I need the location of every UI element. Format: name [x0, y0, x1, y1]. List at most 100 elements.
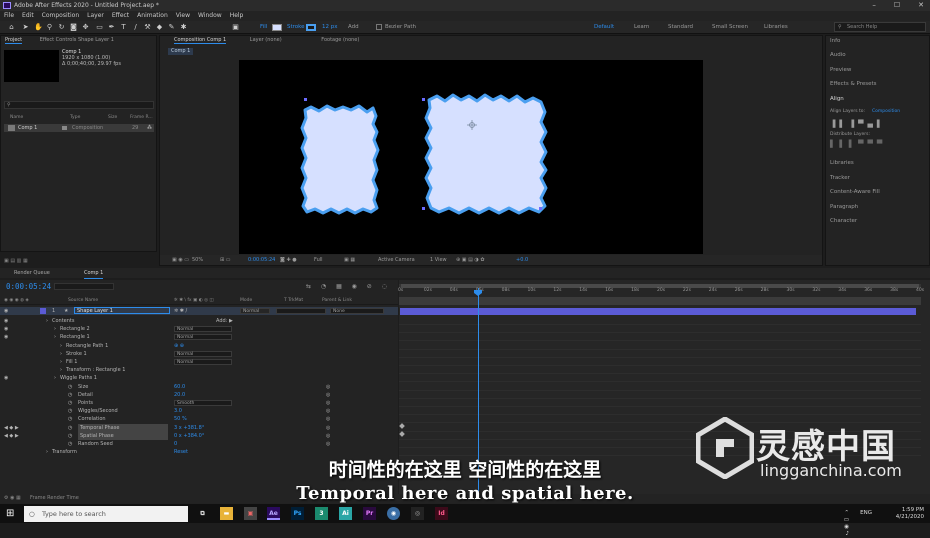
panel-effects-presets[interactable]: Effects & Presets [830, 81, 877, 87]
twirl-arrow-icon[interactable]: › [54, 333, 56, 341]
stopwatch-icon[interactable]: ◷ [68, 440, 72, 448]
property-value[interactable]: 3 x +381.8° [174, 424, 204, 432]
twirl-arrow-icon[interactable]: › [54, 325, 56, 333]
tab-project[interactable]: Project [5, 37, 23, 44]
clone-stamp-tool-icon[interactable]: ⚒ [144, 23, 151, 31]
pick-whip-icon[interactable]: ◎ [326, 383, 330, 391]
app-icon[interactable]: ▣ [244, 507, 257, 520]
stopwatch-icon[interactable]: ◷ [68, 432, 72, 440]
pick-whip-icon[interactable]: ◎ [326, 407, 330, 415]
tab-layer[interactable]: Layer (none) [250, 37, 282, 43]
panel-content-aware-fill[interactable]: Content-Aware Fill [830, 189, 880, 195]
stroke-swatch[interactable] [306, 24, 316, 31]
col-name[interactable]: Name [10, 115, 23, 120]
tab-footage[interactable]: Footage (none) [321, 37, 359, 43]
property-value[interactable]: 60.0 [174, 383, 185, 391]
layer-label-color[interactable] [40, 308, 46, 314]
snapshot-icon[interactable]: ◙ ✚ ● [280, 255, 297, 265]
comp-viewer[interactable] [239, 60, 703, 254]
menu-layer[interactable]: Layer [87, 11, 104, 21]
trkmat-dropdown[interactable] [276, 308, 326, 314]
tab-composition[interactable]: Composition Comp 1 [174, 37, 227, 44]
pick-whip-icon[interactable]: ◎ [326, 391, 330, 399]
col-source-name[interactable]: Source Name [68, 298, 98, 303]
property-row[interactable]: › Fill 1 Normal [0, 358, 398, 366]
twirl-arrow-icon[interactable]: › [46, 317, 48, 325]
stopwatch-icon[interactable]: ◷ [68, 383, 72, 391]
visibility-eye-icon[interactable]: ◉ [4, 317, 8, 325]
property-value[interactable]: 3.0 [174, 407, 182, 415]
col-mode[interactable]: Mode [240, 298, 252, 303]
menu-help[interactable]: Help [230, 11, 244, 21]
panel-audio[interactable]: Audio [830, 52, 846, 58]
zoom-dropdown[interactable]: 50% [192, 255, 203, 265]
home-icon[interactable]: ⌂ [8, 23, 15, 31]
menu-window[interactable]: Window [198, 11, 222, 21]
col-trkmat[interactable]: T TrkMat [284, 298, 303, 303]
resolution-dropdown[interactable]: Full [314, 255, 323, 265]
pick-whip-icon[interactable]: ◎ [326, 440, 330, 448]
layer-switch-icons[interactable]: ✲ ✱ / [174, 307, 187, 315]
pan-behind-tool-icon[interactable]: ✥ [82, 23, 89, 31]
timeline-timecode[interactable]: 0:00:05:24 [6, 282, 51, 291]
snapping-icon[interactable]: ▣ [232, 23, 239, 31]
timeline-search-input[interactable] [54, 283, 114, 290]
property-row[interactable]: › Rectangle Path 1 ⊕ ⊕ [0, 342, 398, 350]
blend-mode-dropdown[interactable]: Normal [174, 334, 232, 341]
property-row[interactable]: ◷ Detail 20.0 ◎ [0, 391, 398, 399]
menu-composition[interactable]: Composition [42, 11, 79, 21]
after-effects-taskbar-icon[interactable]: Ae [267, 507, 280, 520]
tray-time[interactable]: 1:59 PM [896, 507, 924, 514]
align-buttons-icon[interactable]: ▐▌▐▀▄▌ [830, 120, 886, 128]
blend-mode-dropdown[interactable]: Smooth [174, 400, 232, 406]
fill-swatch[interactable] [272, 24, 282, 31]
property-value[interactable]: 20.0 [174, 391, 185, 399]
property-row[interactable]: ◷ Wiggles/Second 3.0 ◎ [0, 407, 398, 415]
premiere-taskbar-icon[interactable]: Pr [363, 507, 376, 520]
keyframe-navigator-icon[interactable]: ◀ ◆ ▶ [4, 424, 19, 432]
panel-preview[interactable]: Preview [830, 67, 851, 73]
view-options-icon[interactable]: ⊕ ▣ ▤ ◑ ✿ [456, 255, 485, 265]
property-row[interactable]: › Transform : Rectangle 1 [0, 366, 398, 374]
tab-comp-1[interactable]: Comp 1 [84, 268, 104, 279]
property-row[interactable]: ◉ › Rectangle 2 Normal [0, 325, 398, 333]
pick-whip-icon[interactable]: ◎ [326, 432, 330, 440]
type-tool-icon[interactable]: T [120, 23, 127, 31]
exposure-value[interactable]: +0.0 [516, 255, 528, 265]
puppet-tool-icon[interactable]: ✱ [180, 23, 187, 31]
workspace-small-screen[interactable]: Small Screen [712, 24, 748, 30]
magnification-icon[interactable]: ▣ ◉ ▭ [172, 255, 189, 265]
stopwatch-icon[interactable]: ◷ [68, 399, 72, 407]
maximize-icon[interactable]: ☐ [894, 0, 900, 11]
property-row[interactable]: ◷ ◀ ◆ ▶ Temporal Phase 3 x +381.8° ◎ [0, 423, 398, 432]
workspace-default[interactable]: Default [594, 24, 614, 30]
file-explorer-icon[interactable]: ▬ [220, 507, 233, 520]
blend-mode-dropdown[interactable]: Normal [174, 359, 232, 365]
panel-info[interactable]: Info [830, 38, 840, 44]
workspace-learn[interactable]: Learn [634, 24, 649, 30]
menu-file[interactable]: File [4, 11, 14, 21]
property-row[interactable]: ◷ Size 60.0 ◎ [0, 383, 398, 391]
property-row[interactable]: ◷ Correlation 50 % ◎ [0, 415, 398, 423]
stopwatch-icon[interactable]: ◷ [68, 391, 72, 399]
pen-tool-icon[interactable]: ✒ [108, 23, 115, 31]
panel-character[interactable]: Character [830, 218, 857, 224]
minimize-icon[interactable]: – [872, 0, 876, 11]
tray-date[interactable]: 4/21/2020 [896, 514, 924, 521]
twirl-arrow-icon[interactable]: › [60, 358, 62, 366]
roto-brush-tool-icon[interactable]: ✎ [168, 23, 175, 31]
property-value[interactable]: 50 % [174, 415, 187, 423]
tray-language[interactable]: ENG [860, 510, 872, 517]
twirl-arrow-icon[interactable]: › [60, 366, 62, 374]
bezier-checkbox[interactable] [376, 24, 382, 30]
current-time-display[interactable]: 0:00:05:24 [248, 255, 275, 265]
col-parent[interactable]: Parent & Link [322, 298, 352, 303]
add-label[interactable]: Add [348, 24, 359, 30]
camera-tool-icon[interactable]: ◙ [70, 23, 77, 31]
twirl-arrow-icon[interactable]: › [60, 350, 62, 358]
stopwatch-icon[interactable]: ◷ [68, 415, 72, 423]
views-dropdown[interactable]: 1 View [430, 255, 447, 265]
col-size[interactable]: Size [108, 115, 117, 120]
stopwatch-icon[interactable]: ◷ [68, 407, 72, 415]
close-icon[interactable]: ✕ [918, 0, 924, 11]
